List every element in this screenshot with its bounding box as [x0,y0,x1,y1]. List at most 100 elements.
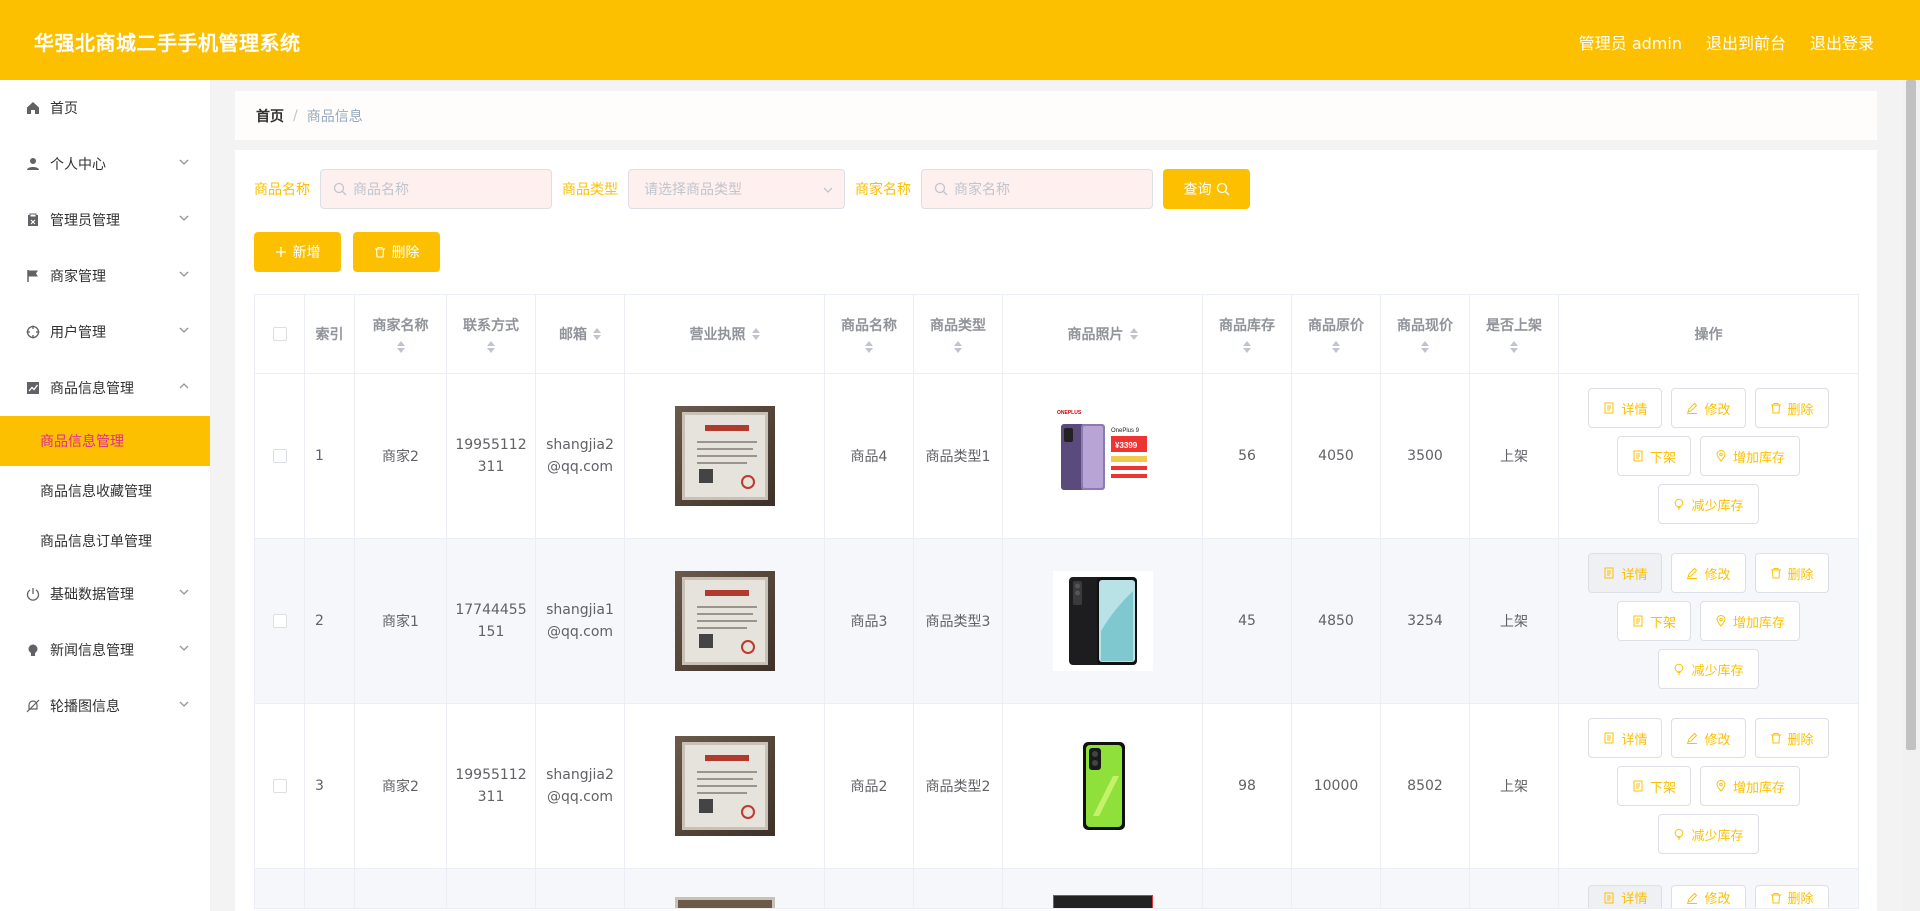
goods-name-placeholder: 商品名称 [353,182,409,198]
cell-goods-type: 商品类型3 [914,539,1003,703]
off-shelf-button[interactable]: 下架 [1616,601,1691,641]
license-image[interactable] [674,571,775,671]
edit-button[interactable]: 修改 [1671,388,1746,428]
cell-on-shelf: 上架 [1470,539,1559,703]
cell-stock: 56 [1203,374,1292,538]
sidebar-item-personal[interactable]: 个人中心 [0,136,210,192]
goods-photo[interactable] [1052,571,1153,671]
table-row: 2 商家1 17744455 151 shangjia1 @qq.com 商品3 商… [255,539,1858,704]
col-cur-price[interactable]: 商品现价 [1381,295,1470,373]
sidebar-item-shops[interactable]: 商家管理 [0,248,210,304]
edit-button[interactable]: 修改 [1671,885,1746,908]
off-shelf-button[interactable]: 下架 [1616,436,1691,476]
detail-button[interactable]: 详情 [1588,718,1663,758]
document-icon [1604,567,1614,579]
col-goods-name[interactable]: 商品名称 [825,295,914,373]
col-goods-type[interactable]: 商品类型 [914,295,1003,373]
cell-shop: 商家2 [355,374,447,538]
sidebar-subitem-goods-order[interactable]: 商品信息订单管理 [0,516,210,566]
col-on-shelf[interactable]: 是否上架 [1470,295,1559,373]
delete-button[interactable]: 删除 [1754,553,1829,593]
delete-button[interactable]: 删除 [1754,388,1829,428]
sort-icon[interactable] [865,341,873,353]
query-button[interactable]: 查询 [1163,169,1250,209]
cell-orig-price [1292,869,1381,908]
sort-icon[interactable] [1510,341,1518,353]
scrollbar-thumb[interactable] [1906,80,1916,750]
delete-button[interactable]: 删除 [1754,718,1829,758]
sidebar-item-label: 首页 [50,101,78,117]
col-phone[interactable]: 联系方式 [447,295,536,373]
goods-photo[interactable] [1052,895,1153,908]
detail-button[interactable]: 详情 [1588,885,1663,908]
delete-button[interactable]: 删除 [1754,885,1829,908]
sidebar-subitem-goods[interactable]: 商品信息管理 [0,416,210,466]
sidebar-item-home[interactable]: 首页 [0,80,210,136]
shop-name-input[interactable]: 商家名称 [921,169,1153,209]
sort-icon[interactable] [1332,341,1340,353]
sort-icon[interactable] [954,341,962,353]
sort-icon[interactable] [487,341,495,353]
sidebar-subitem-goods-collect[interactable]: 商品信息收藏管理 [0,466,210,516]
sort-icon[interactable] [396,341,405,353]
row-checkbox[interactable] [272,614,287,628]
power-icon [26,587,40,601]
front-link[interactable]: 退出到前台 [1706,30,1786,54]
add-stock-label: 增加库存 [1733,450,1786,466]
col-email[interactable]: 邮箱 [536,295,625,373]
detail-button[interactable]: 详情 [1588,553,1663,593]
cell-orig-price: 4850 [1292,539,1381,703]
batch-delete-button[interactable]: 删除 [353,232,440,272]
sidebar-item-basic-data[interactable]: 基础数据管理 [0,566,210,622]
phone-part: 19955112 [455,437,527,453]
cell-index: 1 [305,374,355,538]
table-row: 1 商家2 19955112 311 shangjia2 @qq.com 商品4 商… [255,374,1858,539]
sort-icon[interactable] [1129,328,1138,340]
cell-cur-price [1381,869,1470,908]
shop-name-label: 商家名称 [855,182,911,198]
col-license[interactable]: 营业执照 [625,295,825,373]
col-stock[interactable]: 商品库存 [1203,295,1292,373]
page-scrollbar[interactable] [1902,80,1920,911]
select-all-checkbox[interactable] [272,327,287,341]
goods-photo[interactable] [1052,736,1153,836]
row-checkbox[interactable] [272,779,287,793]
goods-name-input[interactable]: 商品名称 [320,169,552,209]
bulb-icon [1675,828,1684,840]
sort-icon[interactable] [1243,341,1251,353]
sidebar-item-users[interactable]: 用户管理 [0,304,210,360]
sidebar-item-carousel[interactable]: 轮播图信息 [0,678,210,734]
col-shop[interactable]: 商家名称 [355,295,447,373]
edit-button[interactable]: 修改 [1671,718,1746,758]
sidebar-item-news[interactable]: 新闻信息管理 [0,622,210,678]
license-image[interactable] [674,736,775,836]
add-stock-button[interactable]: 增加库存 [1700,436,1801,476]
logout-link[interactable]: 退出登录 [1810,30,1874,54]
email-part: @qq.com [546,624,614,640]
off-shelf-button[interactable]: 下架 [1616,766,1691,806]
reduce-stock-button[interactable]: 减少库存 [1658,814,1759,854]
phone-image [1082,742,1125,830]
license-image[interactable] [674,406,775,506]
add-button[interactable]: 新增 [254,232,341,272]
goods-photo[interactable]: ONEPLUS OnePlus 9 ¥3399 [1052,406,1153,506]
col-orig-price[interactable]: 商品原价 [1292,295,1381,373]
col-photo[interactable]: 商品照片 [1003,295,1203,373]
row-checkbox[interactable] [272,449,287,463]
sort-icon[interactable] [1421,341,1429,353]
goods-type-select[interactable]: 请选择商品类型 [628,169,845,209]
sort-icon[interactable] [593,328,601,340]
sort-icon[interactable] [751,328,760,340]
reduce-stock-button[interactable]: 减少库存 [1658,649,1759,689]
add-stock-button[interactable]: 增加库存 [1700,601,1801,641]
sidebar-item-admins[interactable]: 管理员管理 [0,192,210,248]
reduce-stock-button[interactable]: 减少库存 [1658,484,1759,524]
trash-icon [1770,568,1781,579]
email-part: shangjia1 [546,602,614,618]
sidebar-item-goods[interactable]: 商品信息管理 [0,360,210,416]
breadcrumb-home[interactable]: 首页 [256,106,284,126]
add-stock-button[interactable]: 增加库存 [1700,766,1801,806]
detail-button[interactable]: 详情 [1588,388,1663,428]
edit-button[interactable]: 修改 [1671,553,1746,593]
license-image[interactable] [674,897,775,908]
